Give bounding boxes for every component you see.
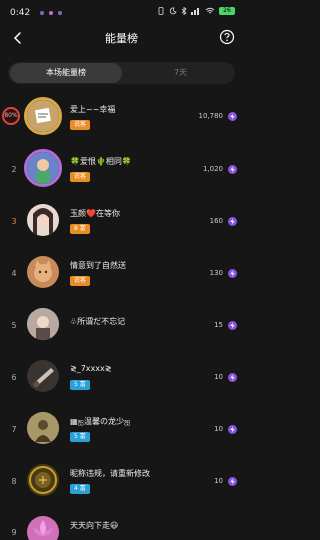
energy-icon <box>228 112 237 121</box>
bluetooth-icon <box>181 7 187 15</box>
rank-number: 2 <box>11 165 17 174</box>
energy-icon <box>228 425 237 434</box>
help-icon[interactable] <box>219 29 235 45</box>
user-badge: 8 富 <box>70 224 90 234</box>
energy-icon <box>228 217 237 226</box>
energy-icon <box>228 477 237 486</box>
list-item[interactable]: 6 ≷_7xxxx≷ 5 富 10 <box>0 350 243 402</box>
status-time: 0:42 <box>10 8 31 18</box>
avatar <box>27 360 59 392</box>
list-item[interactable]: 80% 爱上~~幸福 说客 10,780 <box>0 90 243 142</box>
avatar <box>27 464 59 496</box>
list-item[interactable]: 7 ▦ஐ温馨の龙少ஐ 5 富 10 <box>0 402 243 454</box>
energy-score: 1,020 <box>202 165 223 173</box>
rank-number: 9 <box>11 528 17 537</box>
list-item[interactable]: 9 天天向下走😃 <box>0 506 243 540</box>
rank-number: 6 <box>11 373 17 382</box>
user-badge: 说客 <box>70 172 91 182</box>
energy-score: 10 <box>214 477 223 485</box>
battery-icon: 26 <box>219 7 235 15</box>
notification-dot-icon <box>49 11 53 15</box>
energy-score: 130 <box>209 269 223 277</box>
list-item[interactable]: 4 情意到了自然送 说客 130 <box>0 246 243 298</box>
user-badge: 说客 <box>70 276 91 286</box>
user-name: 爱上~~幸福 <box>70 105 116 114</box>
status-bar: 0:42 26 <box>0 0 243 24</box>
list-item[interactable]: 2 🍀爱恨🌵相同🍀 说客 1,020 <box>0 142 243 194</box>
list-item[interactable]: 3 玉颜❤️在等你 8 富 160 <box>0 194 243 246</box>
tab-7-days[interactable]: 7天 <box>128 62 233 84</box>
energy-score: 10 <box>214 425 223 433</box>
tab-switcher: 本场能量榜 7天 <box>8 62 235 84</box>
user-name: ▦ஐ温馨の龙少ஐ <box>70 417 131 426</box>
energy-icon <box>228 165 237 174</box>
top-bar: 能量榜 <box>0 24 243 52</box>
energy-score: 160 <box>209 217 223 225</box>
signal-icon <box>191 8 199 15</box>
rank-number: 4 <box>11 269 17 278</box>
user-name: ♧所谓だ不忘记 <box>70 317 126 326</box>
rank-number: 8 <box>11 477 17 486</box>
user-name: ≷_7xxxx≷ <box>70 364 112 373</box>
rank-number: 3 <box>11 217 17 226</box>
list-item[interactable]: 5 ♧所谓だ不忘记 15 <box>0 298 243 350</box>
avatar <box>27 256 59 288</box>
avatar <box>27 204 59 236</box>
energy-icon <box>228 321 237 330</box>
vibrate-icon <box>158 7 164 15</box>
status-icons: 26 <box>157 7 235 15</box>
user-badge: 5 富 <box>70 380 90 390</box>
avatar <box>27 100 59 132</box>
user-name: 昵称违规，请重新修改 <box>70 469 150 478</box>
avatar <box>27 308 59 340</box>
user-badge: 说客 <box>70 120 91 130</box>
notification-dot-icon <box>40 11 44 15</box>
user-badge: 4 富 <box>70 484 90 494</box>
moon-icon <box>169 7 177 15</box>
rank-number: 5 <box>11 321 17 330</box>
user-name: 情意到了自然送 <box>70 261 126 270</box>
list-item[interactable]: 8 昵称违规，请重新修改 4 富 10 <box>0 454 243 506</box>
rank-number: 7 <box>11 425 17 434</box>
avatar <box>27 516 59 540</box>
notification-dot-icon <box>58 11 62 15</box>
user-name: 🍀爱恨🌵相同🍀 <box>70 157 132 166</box>
notification-dots <box>40 11 62 15</box>
avatar <box>27 152 59 184</box>
wifi-icon <box>205 7 215 14</box>
energy-icon <box>228 373 237 382</box>
user-name: 玉颜❤️在等你 <box>70 209 120 218</box>
energy-icon <box>228 269 237 278</box>
user-name: 天天向下走😃 <box>70 521 119 530</box>
energy-score: 10 <box>214 373 223 381</box>
energy-score: 10,780 <box>198 112 224 120</box>
rank-badge: 80% <box>2 107 20 125</box>
user-badge: 5 富 <box>70 432 90 442</box>
energy-score: 15 <box>214 321 223 329</box>
page-title: 能量榜 <box>105 32 138 45</box>
tab-current-session[interactable]: 本场能量榜 <box>10 63 122 83</box>
avatar <box>27 412 59 444</box>
